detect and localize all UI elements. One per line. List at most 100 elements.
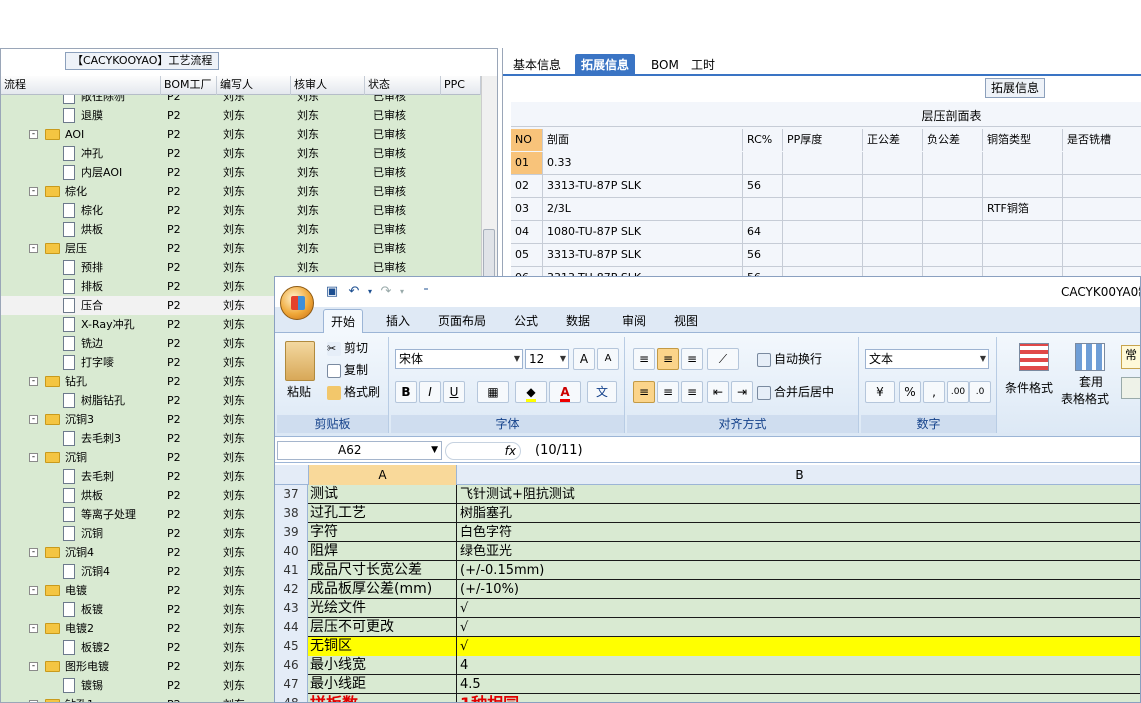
normal-style-button[interactable]: 常 [1121, 345, 1140, 369]
extended-info-button[interactable]: 拓展信息 [985, 78, 1045, 98]
cell-b[interactable]: (+/-10%) [457, 580, 1140, 599]
font-name-select[interactable]: 宋体 ▼ [395, 349, 523, 369]
align-top-button[interactable]: ≡ [633, 348, 655, 370]
cell-b[interactable]: √ [457, 599, 1140, 618]
cell-style-icon[interactable] [1121, 377, 1140, 399]
cell-a[interactable]: 过孔工艺 [308, 504, 457, 523]
collapse-toggle-icon[interactable]: - [29, 548, 38, 557]
decrease-decimal-button[interactable]: .0 [969, 381, 991, 403]
cell-b[interactable]: 飞针测试+阻抗测试 [457, 485, 1140, 504]
cell-a[interactable]: 成品板厚公差(mm) [308, 580, 457, 599]
tree-item-row[interactable]: 烘板 P2 刘东 刘东 已审核 [1, 220, 481, 239]
row-number[interactable]: 40 [275, 542, 308, 561]
shrink-font-button[interactable]: A [597, 348, 619, 370]
cell-b[interactable]: (+/-0.15mm) [457, 561, 1140, 580]
chevron-down-icon[interactable]: ▼ [431, 442, 438, 459]
tree-folder-row[interactable]: - 层压 P2 刘东 刘东 已审核 [1, 239, 481, 258]
tree-folder-row[interactable]: - 棕化 P2 刘东 刘东 已审核 [1, 182, 481, 201]
increase-decimal-button[interactable]: .00 [947, 381, 969, 403]
align-right-button[interactable]: ≡ [681, 381, 703, 403]
cell-a[interactable]: 无铜区 [308, 637, 457, 656]
phonetic-button[interactable]: 文 [587, 381, 617, 403]
formula-input[interactable]: (10/11) [535, 442, 583, 459]
table-format-button-line2[interactable]: 表格格式 [1061, 390, 1109, 408]
tree-item-row[interactable]: 退膜 P2 刘东 刘东 已审核 [1, 106, 481, 125]
sheet-row[interactable]: 43 光绘文件 √ [275, 599, 1140, 618]
collapse-toggle-icon[interactable]: - [29, 662, 38, 671]
tab-formulas[interactable]: 公式 [507, 309, 545, 333]
format-painter-button[interactable]: 格式刷 [327, 383, 380, 401]
col-header-reviewer[interactable]: 核审人 [291, 76, 365, 95]
col-header-bom[interactable]: BOM工厂 [161, 76, 217, 95]
tab-review[interactable]: 审阅 [615, 309, 653, 333]
tab-home[interactable]: 开始 [323, 309, 364, 333]
sheet-row[interactable]: 44 层压不可更改 √ [275, 618, 1140, 637]
cell-a[interactable]: 成品尺寸长宽公差 [308, 561, 457, 580]
cell-a[interactable]: 拼板数 [308, 694, 457, 702]
align-left-button[interactable]: ≡ [633, 381, 655, 403]
sheet-row[interactable]: 48拼板数1种相同 [275, 694, 1140, 702]
comma-button[interactable]: , [923, 381, 945, 403]
row-number[interactable]: 43 [275, 599, 308, 618]
sheet-row[interactable]: 47 最小线距 4.5 [275, 675, 1140, 694]
worksheet-grid[interactable]: 37 测试 飞针测试+阻抗测试 38 过孔工艺 树脂塞孔 39 字符 白色字符 40 阻焊 绿色亚光 4… [275, 485, 1140, 702]
underline-button[interactable]: U [443, 381, 465, 403]
insert-function-button[interactable]: fx [445, 442, 521, 460]
row-number[interactable]: 44 [275, 618, 308, 637]
row-number[interactable]: 39 [275, 523, 308, 542]
collapse-toggle-icon[interactable]: - [29, 624, 38, 633]
profile-table-row[interactable]: 01 0.33 [511, 152, 1141, 175]
row-number[interactable]: 41 [275, 561, 308, 580]
col-header-writer[interactable]: 编写人 [217, 76, 291, 95]
sheet-row[interactable]: 37 测试 飞针测试+阻抗测试 [275, 485, 1140, 504]
row-number[interactable]: 47 [275, 675, 308, 694]
grow-font-button[interactable]: A [573, 348, 595, 370]
collapse-toggle-icon[interactable]: - [29, 377, 38, 386]
borders-button[interactable]: ▦ [477, 381, 509, 403]
font-color-button[interactable]: A [549, 381, 581, 403]
customize-qat-icon[interactable]: ⁼ [417, 283, 435, 301]
collapse-toggle-icon[interactable]: - [29, 453, 38, 462]
sheet-row[interactable]: 39 字符 白色字符 [275, 523, 1140, 542]
row-number[interactable]: 46 [275, 656, 308, 675]
profile-table-row[interactable]: 02 3313-TU-87P SLK 56 [511, 175, 1141, 198]
tree-folder-row[interactable]: - AOI P2 刘东 刘东 已审核 [1, 125, 481, 144]
tree-item-row[interactable]: 棕化 P2 刘东 刘东 已审核 [1, 201, 481, 220]
copy-button[interactable]: 复制 [327, 361, 368, 379]
collapse-toggle-icon[interactable]: - [29, 244, 38, 253]
cell-b[interactable]: 白色字符 [457, 523, 1140, 542]
align-center-button[interactable]: ≡ [657, 381, 679, 403]
row-number[interactable]: 37 [275, 485, 308, 504]
cell-b[interactable]: 树脂塞孔 [457, 504, 1140, 523]
tab-work-hours[interactable]: 工时 [685, 54, 721, 76]
conditional-format-button[interactable]: 条件格式 [1005, 379, 1053, 397]
cell-a[interactable]: 最小线宽 [308, 656, 457, 675]
tab-data[interactable]: 数据 [559, 309, 597, 333]
cell-b[interactable]: 绿色亚光 [457, 542, 1140, 561]
profile-table-row[interactable]: 05 3313-TU-87P SLK 56 [511, 244, 1141, 267]
italic-button[interactable]: I [419, 381, 441, 403]
tab-page-layout[interactable]: 页面布局 [431, 309, 493, 333]
align-middle-button[interactable]: ≡ [657, 348, 679, 370]
cell-a[interactable]: 光绘文件 [308, 599, 457, 618]
cut-button[interactable]: ✂ 剪切 [327, 339, 368, 357]
bold-button[interactable]: B [395, 381, 417, 403]
fill-color-button[interactable]: ◆ [515, 381, 547, 403]
column-header-b[interactable]: B [457, 465, 1140, 485]
collapse-toggle-icon[interactable]: - [29, 130, 38, 139]
percent-button[interactable]: % [899, 381, 921, 403]
cell-b[interactable]: 1种相同 [457, 694, 1140, 702]
cell-a[interactable]: 层压不可更改 [308, 618, 457, 637]
font-size-select[interactable]: 12 ▼ [525, 349, 569, 369]
sheet-row[interactable]: 41 成品尺寸长宽公差 (+/-0.15mm) [275, 561, 1140, 580]
profile-table-row[interactable]: 04 1080-TU-87P SLK 64 [511, 221, 1141, 244]
cell-a[interactable]: 字符 [308, 523, 457, 542]
merge-center-button[interactable]: 合并后居中 [757, 383, 834, 401]
wrap-text-button[interactable]: 自动换行 [757, 350, 822, 368]
orientation-button[interactable]: ⟋ [707, 348, 739, 370]
cell-a[interactable]: 阻焊 [308, 542, 457, 561]
increase-indent-button[interactable]: ⇥ [731, 381, 753, 403]
paste-button[interactable]: 粘贴 [287, 383, 311, 401]
tab-basic-info[interactable]: 基本信息 [507, 54, 567, 76]
tab-extended-info[interactable]: 拓展信息 [575, 54, 636, 76]
